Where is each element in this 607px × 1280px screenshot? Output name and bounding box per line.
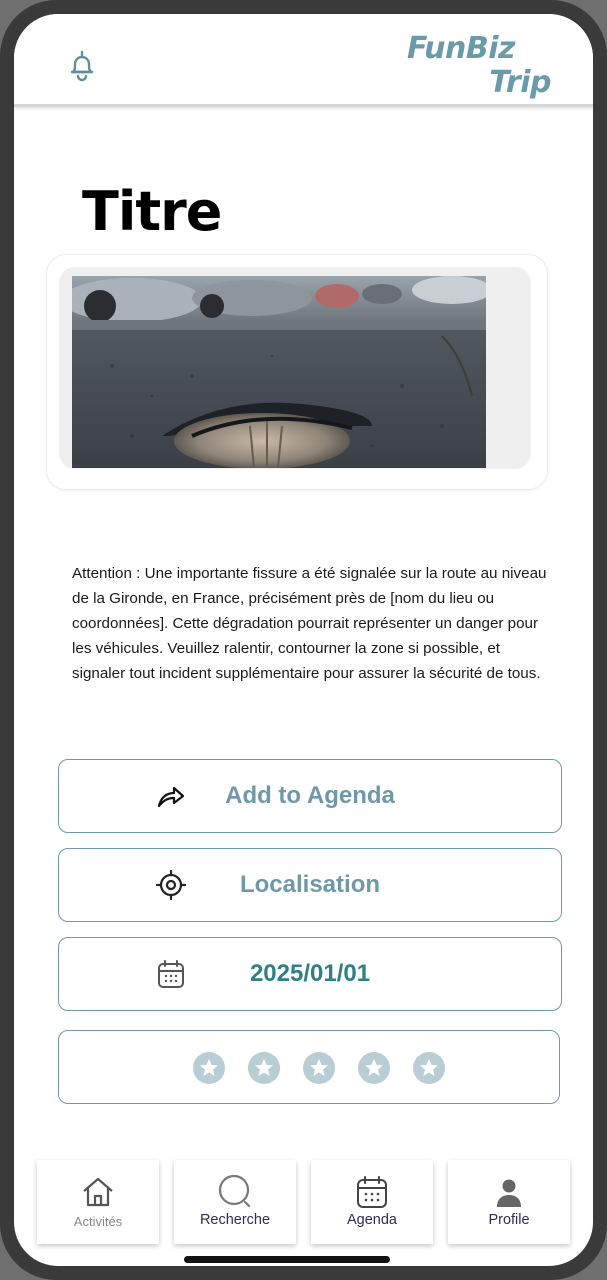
logo-line-1: FunBiz: [407, 31, 515, 66]
star-icon-5[interactable]: [413, 1052, 445, 1084]
nav-label-agenda: Agenda: [347, 1212, 397, 1228]
nav-label-activites: Activités: [73, 1214, 123, 1229]
home-icon: [80, 1174, 116, 1210]
logo-line-2: Trip: [489, 65, 551, 100]
search-icon: [217, 1174, 253, 1210]
app-screen: FunBiz Trip Titre Attention: Une import…: [14, 14, 593, 1266]
add-to-agenda-label: Add to Agenda: [225, 782, 395, 809]
device-frame: FunBiz Trip Titre Attention: Une import…: [0, 0, 607, 1280]
star-icon-1[interactable]: [193, 1052, 225, 1084]
user-icon: [491, 1174, 527, 1210]
nav-label-profile: Profile: [488, 1212, 530, 1228]
home-indicator[interactable]: [184, 1256, 390, 1263]
date-button[interactable]: 2025/01/01: [58, 937, 562, 1011]
nav-item-agenda[interactable]: Agenda: [311, 1160, 433, 1244]
date-label: 2025/01/01: [249, 960, 371, 987]
star-rating[interactable]: [58, 1030, 560, 1104]
star-icon-2[interactable]: [248, 1052, 280, 1084]
star-icon-4[interactable]: [358, 1052, 390, 1084]
nav-item-activites[interactable]: Activités: [37, 1160, 159, 1244]
target-icon: [155, 869, 187, 901]
nav-label-recherche: Recherche: [199, 1212, 271, 1228]
pothole-photo: [72, 276, 486, 468]
description-text: Attention : Une importante fissure a été…: [72, 565, 547, 683]
star-icon-3[interactable]: [303, 1052, 335, 1084]
bell-icon[interactable]: [64, 48, 100, 84]
nav-item-profile[interactable]: Profile: [448, 1160, 570, 1244]
nav-item-recherche[interactable]: Recherche: [174, 1160, 296, 1244]
calendar-icon: [354, 1174, 390, 1210]
calendar-icon: [155, 958, 187, 990]
page-title: Titre: [82, 180, 222, 243]
add-to-agenda-button[interactable]: Add to Agenda: [58, 759, 562, 833]
localisation-button[interactable]: Localisation: [58, 848, 562, 922]
share-arrow-icon: [155, 780, 187, 812]
app-logo: FunBiz Trip: [407, 32, 551, 100]
app-header: FunBiz Trip: [14, 14, 593, 107]
localisation-label: Localisation: [239, 871, 381, 898]
